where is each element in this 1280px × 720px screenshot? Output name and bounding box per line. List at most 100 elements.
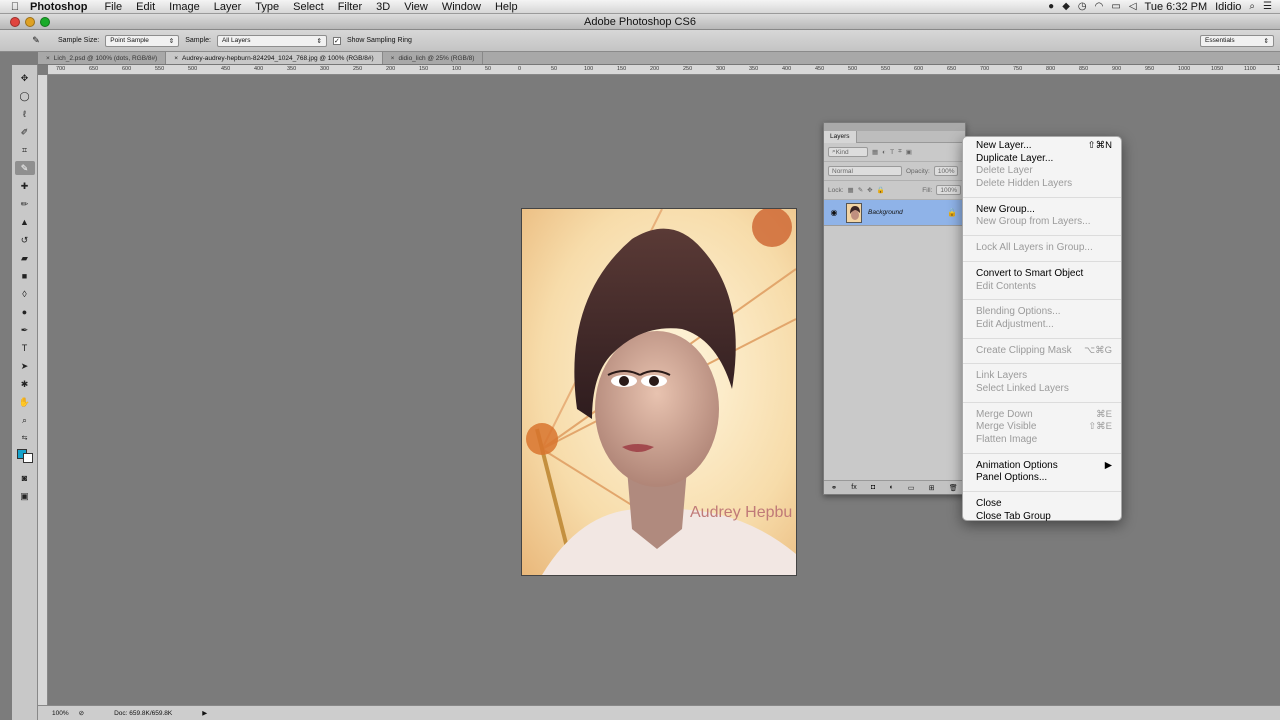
eraser-tool-icon[interactable]: ▰: [15, 251, 35, 265]
close-icon[interactable]: ×: [174, 55, 178, 62]
info-icon[interactable]: ⊘: [79, 709, 84, 717]
vertical-ruler[interactable]: [38, 75, 48, 705]
shape-tool-icon[interactable]: ✱: [15, 377, 35, 391]
menu-merge-down[interactable]: Merge Down ⌘E: [963, 409, 1121, 422]
history-brush-tool-icon[interactable]: ↺: [15, 233, 35, 247]
horizontal-ruler[interactable]: 700 650 600 550 500 450 400 350 300 250 200 150 100 5…: [48, 65, 1280, 75]
menu-blending-options[interactable]: Blending Options...: [963, 306, 1121, 319]
notifications-icon[interactable]: ☰: [1263, 1, 1272, 12]
new-group-icon[interactable]: ▭: [908, 484, 915, 492]
close-icon[interactable]: ×: [391, 55, 395, 62]
apple-menu-icon[interactable]: : [0, 1, 30, 13]
filter-adjustment-icon[interactable]: ◐: [882, 149, 886, 156]
lock-all-icon[interactable]: 🔒: [877, 186, 885, 194]
eyedropper-preset-icon[interactable]: ✎: [26, 34, 46, 48]
lock-position-icon[interactable]: ✥: [867, 186, 872, 194]
tab-didio[interactable]: × didio_lich @ 25% (RGB/8): [383, 52, 484, 64]
lasso-tool-icon[interactable]: ℓ: [15, 107, 35, 121]
menu-edit-adjustment[interactable]: Edit Adjustment...: [963, 319, 1121, 332]
filter-shape-icon[interactable]: ⌗: [898, 148, 902, 156]
layer-style-icon[interactable]: fx: [851, 484, 856, 491]
type-tool-icon[interactable]: T: [15, 341, 35, 355]
quick-mask-icon[interactable]: ◙: [15, 471, 35, 485]
new-layer-icon[interactable]: ⊞: [929, 484, 935, 492]
menu-filter[interactable]: Filter: [331, 1, 369, 13]
healing-brush-tool-icon[interactable]: ✚: [15, 179, 35, 193]
menu-layer[interactable]: Layer: [207, 1, 249, 13]
minimize-window-icon[interactable]: [25, 17, 35, 27]
menu-convert-smart-object[interactable]: Convert to Smart Object: [963, 268, 1121, 281]
menu-clock[interactable]: Tue 6:32 PM: [1145, 1, 1208, 13]
sample-select[interactable]: All Layers ⇕: [216, 34, 327, 47]
sample-size-select[interactable]: Point Sample ⇕: [105, 34, 180, 47]
menu-close[interactable]: Close: [963, 498, 1121, 511]
menu-lock-all-layers[interactable]: Lock All Layers in Group...: [963, 242, 1121, 255]
opacity-input[interactable]: 100%: [933, 166, 959, 176]
document-image[interactable]: Audrey Hepbu: [522, 209, 796, 575]
menu-edit[interactable]: Edit: [129, 1, 162, 13]
menu-new-group-from-layers[interactable]: New Group from Layers...: [963, 216, 1121, 229]
time-machine-icon[interactable]: ◷: [1078, 1, 1087, 12]
menu-image[interactable]: Image: [162, 1, 207, 13]
menu-duplicate-layer[interactable]: Duplicate Layer...: [963, 153, 1121, 166]
lock-pixels-icon[interactable]: ✎: [858, 186, 863, 194]
status-menu-arrow-icon[interactable]: ▶: [202, 709, 207, 717]
menu-merge-visible[interactable]: Merge Visible ⇧⌘E: [963, 421, 1121, 434]
menu-window[interactable]: Window: [435, 1, 488, 13]
menu-type[interactable]: Type: [248, 1, 286, 13]
zoom-tool-icon[interactable]: ⌕: [15, 413, 35, 427]
link-layers-icon[interactable]: ⚭: [831, 484, 837, 492]
menu-file[interactable]: File: [97, 1, 129, 13]
marquee-tool-icon[interactable]: ◯: [15, 89, 35, 103]
menu-new-group[interactable]: New Group...: [963, 204, 1121, 217]
menu-view[interactable]: View: [397, 1, 435, 13]
menu-create-clipping-mask[interactable]: Create Clipping Mask ⌥⌘G: [963, 345, 1121, 358]
record-icon[interactable]: ●: [1048, 1, 1054, 12]
spotlight-icon[interactable]: ⌕: [1249, 1, 1255, 12]
eyedropper-tool-icon[interactable]: ✎: [14, 161, 35, 175]
menu-delete-hidden-layers[interactable]: Delete Hidden Layers: [963, 178, 1121, 191]
tab-audrey[interactable]: × Audrey-audrey-hepburn-824294_1024_768.j…: [166, 52, 383, 64]
background-color-swatch[interactable]: [22, 453, 33, 463]
tab-lich[interactable]: × Lich_2.psd @ 100% (dots, RGB/8#): [38, 52, 167, 64]
menu-select[interactable]: Select: [286, 1, 331, 13]
menu-help[interactable]: Help: [488, 1, 525, 13]
clone-stamp-tool-icon[interactable]: ▲: [15, 215, 35, 229]
fill-input[interactable]: 100%: [936, 185, 961, 195]
battery-icon[interactable]: ▭: [1111, 1, 1120, 12]
visibility-eye-icon[interactable]: ◉: [828, 208, 840, 217]
blur-tool-icon[interactable]: ◊: [15, 287, 35, 301]
filter-smart-object-icon[interactable]: ▣: [906, 148, 912, 156]
pen-tool-icon[interactable]: ✒: [15, 323, 35, 337]
quick-select-tool-icon[interactable]: ✐: [15, 125, 35, 139]
adobe-icon[interactable]: ◆: [1062, 1, 1070, 12]
menu-select-linked-layers[interactable]: Select Linked Layers: [963, 383, 1121, 396]
volume-icon[interactable]: ◁: [1129, 1, 1137, 12]
workspace-select[interactable]: Essentials ⇕: [1200, 34, 1274, 47]
path-selection-tool-icon[interactable]: ➤: [15, 359, 35, 373]
screen-mode-icon[interactable]: ▣: [15, 489, 35, 503]
blend-mode-select[interactable]: Normal: [828, 166, 902, 176]
menu-close-tab-group[interactable]: Close Tab Group: [963, 511, 1121, 524]
dodge-tool-icon[interactable]: ●: [15, 305, 35, 319]
menu-edit-contents[interactable]: Edit Contents: [963, 281, 1121, 294]
delete-layer-icon[interactable]: 🗑: [949, 484, 958, 492]
lock-transparency-icon[interactable]: ▦: [848, 186, 854, 194]
brush-tool-icon[interactable]: ✏: [15, 197, 35, 211]
menu-flatten-image[interactable]: Flatten Image: [963, 434, 1121, 447]
color-swatches[interactable]: [16, 449, 33, 467]
menu-panel-options[interactable]: Panel Options...: [963, 472, 1121, 485]
wifi-icon[interactable]: ◠: [1095, 1, 1104, 12]
menu-link-layers[interactable]: Link Layers: [963, 370, 1121, 383]
move-tool-icon[interactable]: ✥: [15, 71, 35, 85]
filter-pixel-icon[interactable]: ▦: [872, 148, 878, 156]
gradient-tool-icon[interactable]: ■: [15, 269, 35, 283]
crop-tool-icon[interactable]: ⌗: [15, 143, 35, 157]
filter-kind-select[interactable]: ⌕ Kind: [828, 147, 868, 157]
close-icon[interactable]: ×: [46, 55, 50, 62]
layer-row-background[interactable]: ◉ Background 🔒: [824, 200, 965, 226]
menu-animation-options[interactable]: Animation Options ▶: [963, 460, 1121, 473]
menu-user[interactable]: Ididio: [1215, 1, 1241, 13]
close-window-icon[interactable]: [10, 17, 20, 27]
menu-delete-layer[interactable]: Delete Layer: [963, 165, 1121, 178]
